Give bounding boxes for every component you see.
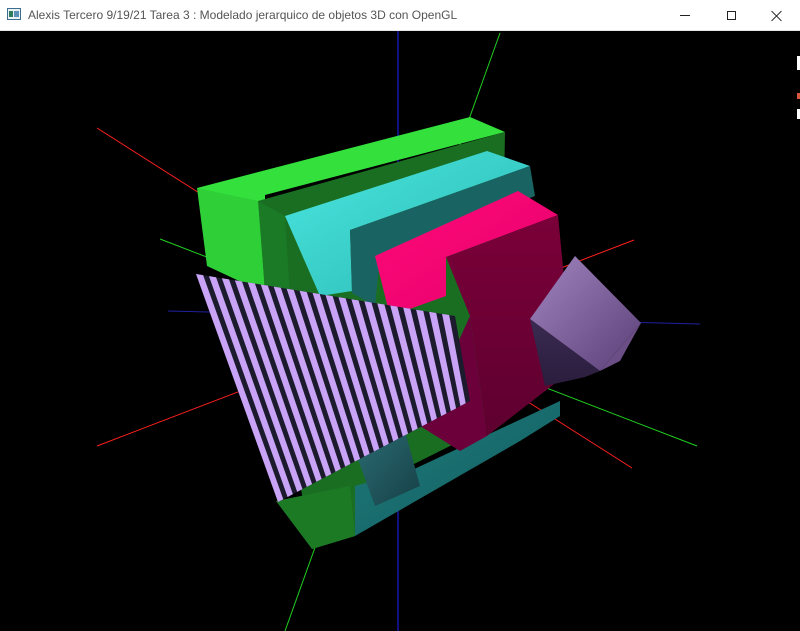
opengl-viewport[interactable] [0, 31, 800, 631]
maximize-button[interactable] [708, 0, 754, 31]
close-icon [771, 10, 783, 22]
window-title: Alexis Tercero 9/19/21 Tarea 3 : Modelad… [28, 8, 458, 22]
title-bar[interactable]: Alexis Tercero 9/19/21 Tarea 3 : Modelad… [0, 0, 800, 31]
close-button[interactable] [754, 0, 800, 31]
minimize-icon [680, 15, 690, 16]
application-window: Alexis Tercero 9/19/21 Tarea 3 : Modelad… [0, 0, 800, 631]
opengl-app-icon [7, 8, 21, 20]
maximize-icon [726, 11, 736, 20]
minimize-button[interactable] [662, 0, 708, 31]
